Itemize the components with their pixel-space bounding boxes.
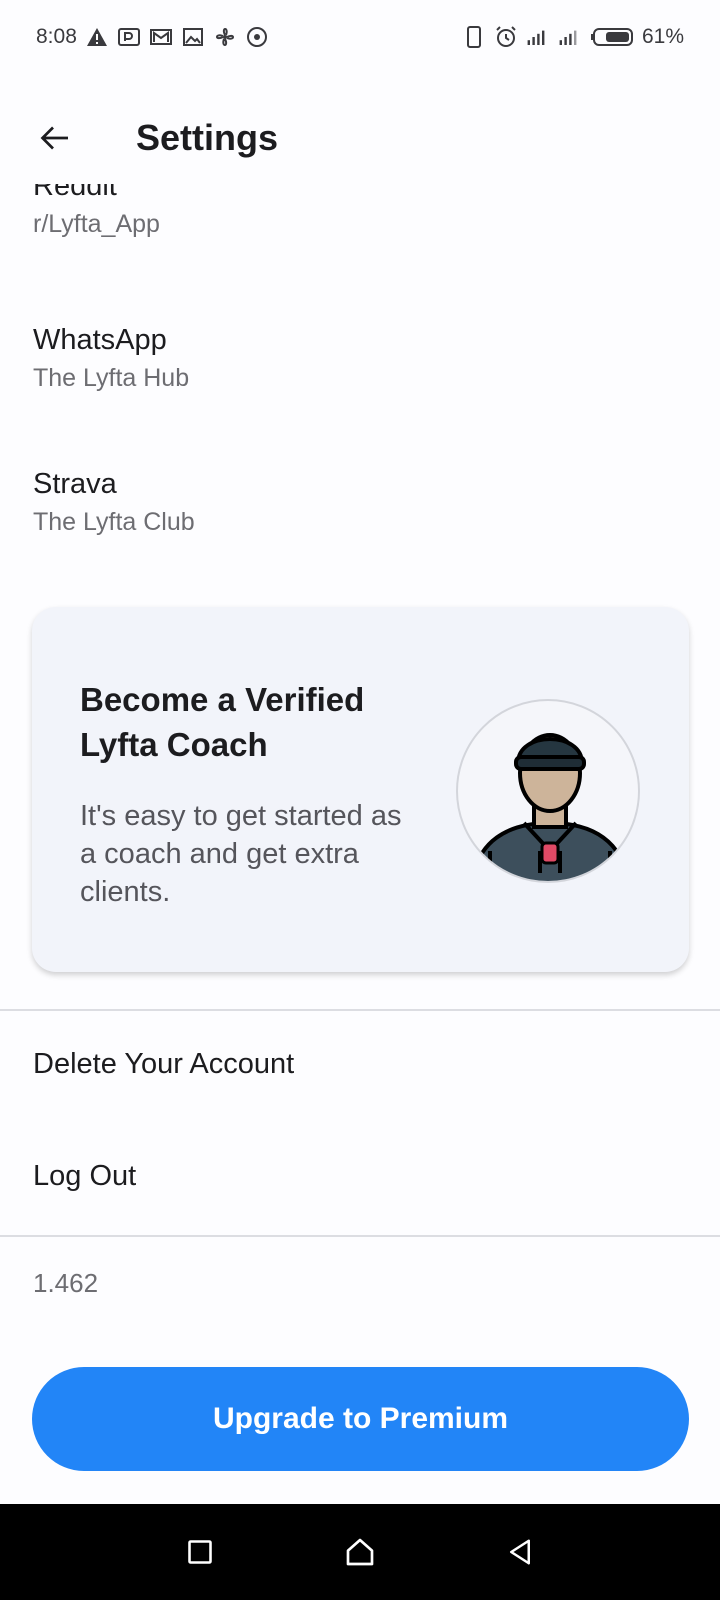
list-item-subtitle: The Lyfta Club xyxy=(33,508,195,536)
signal-hd-icon xyxy=(527,30,545,45)
battery-percent: 61% xyxy=(641,25,684,48)
log-out-button[interactable]: Log Out xyxy=(33,1160,136,1193)
delete-account-button[interactable]: Delete Your Account xyxy=(33,1048,294,1081)
system-nav-bar xyxy=(0,1504,720,1600)
card-description: It's easy to get started as a coach and … xyxy=(80,800,402,908)
alarm-icon xyxy=(496,26,516,47)
image-icon xyxy=(182,28,203,46)
battery-icon xyxy=(590,28,633,46)
app-bar: Settings xyxy=(0,92,720,184)
coach-promo-card[interactable]: Become a Verified Lyfta Coach It's easy … xyxy=(32,607,689,972)
status-time: 8:08 xyxy=(36,25,77,48)
triangle-back-icon xyxy=(510,1539,530,1565)
back-nav-button[interactable] xyxy=(490,1522,550,1582)
arrow-left-icon xyxy=(40,126,68,150)
app-version: 1.462 xyxy=(33,1268,99,1298)
divider xyxy=(0,1009,720,1011)
record-icon xyxy=(246,27,267,47)
upgrade-premium-button[interactable]: Upgrade to Premium xyxy=(32,1367,689,1471)
coach-illustration xyxy=(456,699,640,883)
list-item-whatsapp[interactable]: WhatsApp The Lyfta Hub xyxy=(33,322,189,394)
recents-button[interactable] xyxy=(170,1522,230,1582)
list-item-strava[interactable]: Strava The Lyfta Club xyxy=(33,466,195,538)
divider xyxy=(0,1235,720,1237)
list-item-subtitle: The Lyfta Hub xyxy=(33,364,190,392)
list-item-title: Strava xyxy=(33,468,117,500)
back-button[interactable] xyxy=(24,106,88,170)
parking-icon xyxy=(117,28,140,46)
square-icon xyxy=(188,1540,212,1564)
home-icon xyxy=(346,1538,374,1566)
signal-icon xyxy=(559,30,577,45)
mail-icon xyxy=(149,29,172,45)
list-item-title: WhatsApp xyxy=(33,324,167,356)
card-title: Become a Verified Lyfta Coach xyxy=(80,681,365,763)
status-bar: 8:08 61% xyxy=(0,0,720,74)
home-button[interactable] xyxy=(330,1522,390,1582)
list-item-subtitle: r/Lyfta_App xyxy=(33,210,160,238)
phone-icon xyxy=(466,26,481,48)
page-title: Settings xyxy=(136,117,279,158)
fan-icon xyxy=(215,28,234,46)
warning-icon xyxy=(86,28,107,46)
